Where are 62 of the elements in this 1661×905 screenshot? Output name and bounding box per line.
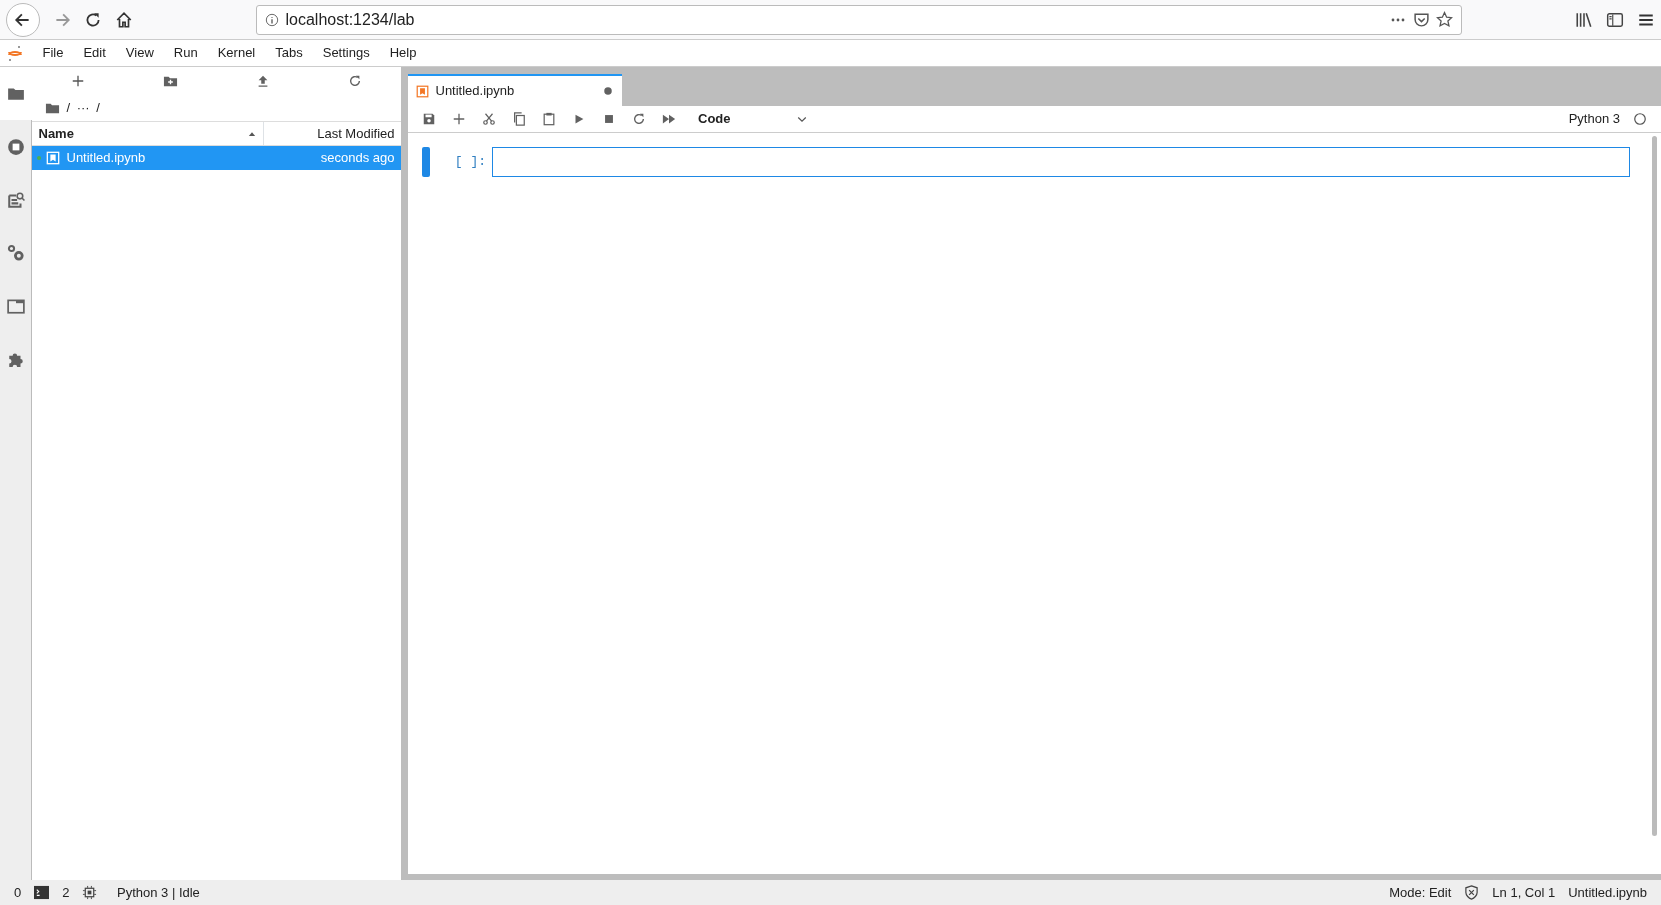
menu-item[interactable]: Edit [73, 43, 116, 63]
reload-icon[interactable] [84, 10, 102, 29]
cell-type-dropdown[interactable]: Code [698, 109, 808, 129]
refresh-icon[interactable] [348, 74, 362, 88]
tab-title: Untitled.ipynb [435, 82, 516, 101]
gears-icon[interactable] [7, 243, 25, 262]
cell-type-label: Code [698, 110, 731, 129]
plus-icon[interactable] [71, 74, 85, 88]
breadcrumb-item[interactable]: / [66, 98, 71, 118]
notebook-tab[interactable]: Untitled.ipynb [408, 74, 622, 106]
menu-item[interactable]: Kernel [207, 43, 266, 63]
cursor-position[interactable]: Ln 1, Col 1 [1492, 882, 1556, 903]
url-text: localhost:1234/lab [285, 9, 416, 30]
breadcrumb-item[interactable]: ··· [76, 98, 90, 118]
stop-circle-icon[interactable] [7, 137, 25, 156]
menu-item[interactable]: Help [379, 43, 427, 63]
mode-label[interactable]: Mode: Edit [1389, 882, 1452, 903]
code-input[interactable] [492, 147, 1630, 177]
column-header-label: Name [38, 124, 74, 143]
file-name[interactable]: Untitled.ipynb [1568, 882, 1647, 903]
paste-icon[interactable] [542, 112, 556, 126]
notebook-icon [416, 84, 429, 98]
file-name: Untitled.ipynb [66, 149, 147, 168]
sidebar-icon[interactable] [1606, 10, 1624, 29]
plus-icon[interactable] [452, 112, 466, 126]
back-button[interactable] [6, 2, 40, 37]
menu-item[interactable]: Tabs [265, 43, 313, 63]
unsaved-dot-icon[interactable] [602, 85, 614, 97]
shield-x-icon[interactable] [1464, 885, 1480, 900]
cell-prompt: [ ]: [453, 153, 487, 172]
sidebar-tab[interactable] [0, 67, 32, 120]
file-modified: seconds ago [320, 149, 396, 168]
status-count[interactable]: 2 [62, 882, 70, 903]
star-icon[interactable] [1436, 11, 1453, 28]
menu-item[interactable]: View [115, 43, 164, 63]
info-icon [265, 12, 279, 27]
home-icon[interactable] [115, 10, 133, 29]
upload-icon[interactable] [256, 74, 270, 88]
status-count[interactable]: 0 [14, 882, 22, 903]
menu-item[interactable]: Run [163, 43, 208, 63]
save-icon[interactable] [422, 112, 436, 126]
column-header[interactable]: Name [32, 122, 264, 145]
stop-icon[interactable] [602, 112, 616, 126]
menu-item[interactable]: File [32, 43, 74, 63]
restart-icon[interactable] [632, 112, 646, 126]
scrollbar-thumb[interactable] [1652, 136, 1657, 837]
column-header[interactable]: Last Modified [264, 122, 401, 145]
menu-item[interactable]: Settings [312, 43, 380, 63]
library-icon[interactable] [1575, 10, 1593, 29]
chip-icon[interactable] [82, 885, 98, 900]
cut-icon[interactable] [482, 112, 496, 126]
fast-forward-icon[interactable] [662, 112, 676, 126]
pocket-icon[interactable] [1412, 11, 1430, 28]
command-palette-icon[interactable] [7, 190, 25, 209]
kernel-name[interactable]: Python 3 [1568, 109, 1620, 129]
jupyter-logo-icon [6, 44, 23, 62]
notebook-icon [46, 151, 60, 165]
address-bar[interactable]: localhost:1234/lab [256, 4, 1462, 35]
breadcrumb-item[interactable]: / [96, 98, 100, 118]
copy-icon[interactable] [512, 112, 526, 126]
terminal-icon[interactable] [34, 885, 50, 900]
kernel-status[interactable]: Python 3 | Idle [116, 882, 200, 903]
